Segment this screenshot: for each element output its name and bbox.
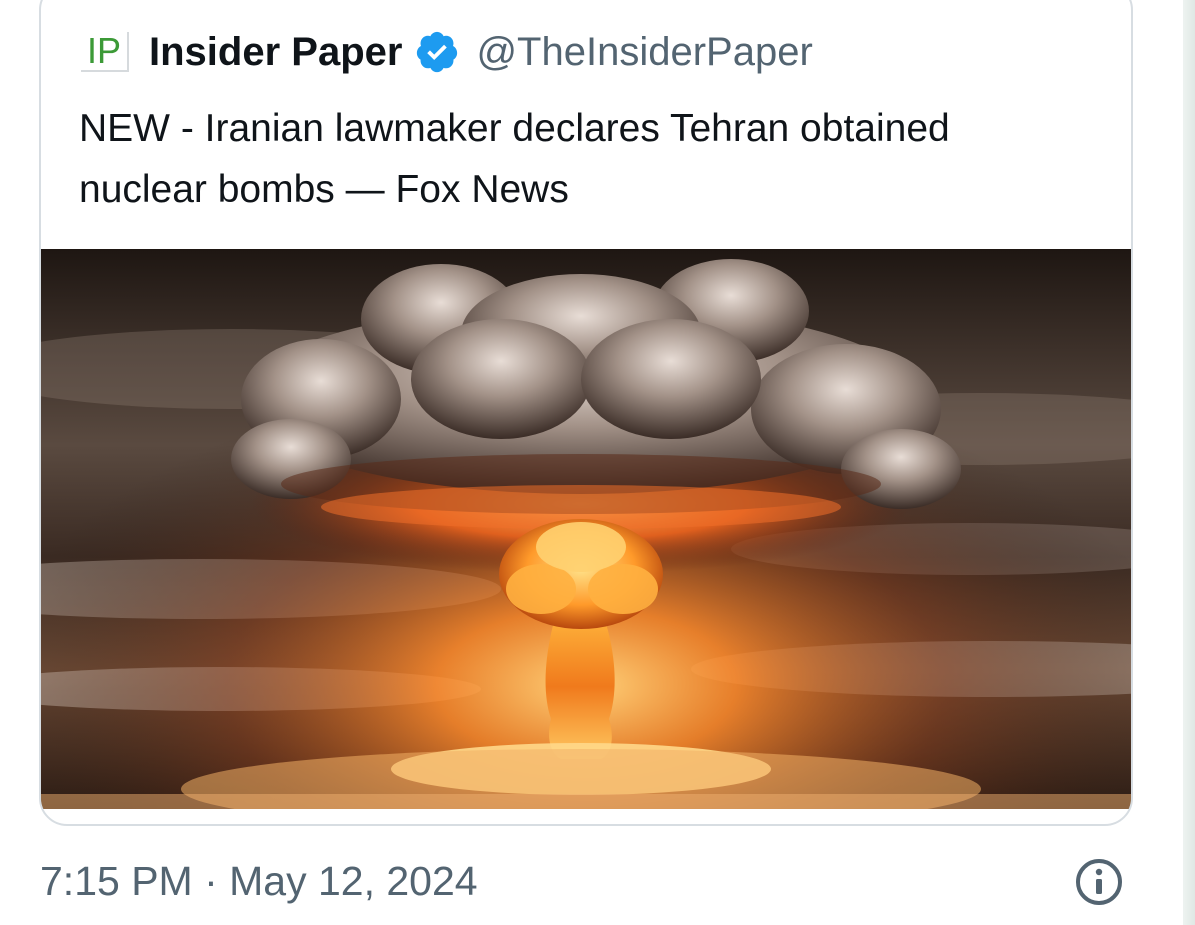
tweet-page: IP Insider Paper @TheInsiderPaper NEW - … [0, 0, 1195, 925]
source-row: IP Insider Paper @TheInsiderPaper [81, 26, 813, 78]
verified-badge-icon [417, 31, 458, 73]
author-handle[interactable]: @TheInsiderPaper [476, 30, 812, 75]
author-name[interactable]: Insider Paper [149, 30, 402, 75]
card-headline[interactable]: NEW - Iranian lawmaker declares Tehran o… [79, 98, 1079, 220]
adjacent-panel-edge [1183, 0, 1195, 925]
card-header: IP Insider Paper @TheInsiderPaper NEW - … [41, 2, 1131, 249]
link-preview-card[interactable]: IP Insider Paper @TheInsiderPaper NEW - … [39, 0, 1133, 826]
insider-paper-logo: IP [81, 32, 129, 72]
tweet-timestamp[interactable]: 7:15 PM · May 12, 2024 [40, 853, 478, 909]
info-icon[interactable] [1074, 857, 1124, 907]
mushroom-cloud-image[interactable] [41, 249, 1131, 809]
